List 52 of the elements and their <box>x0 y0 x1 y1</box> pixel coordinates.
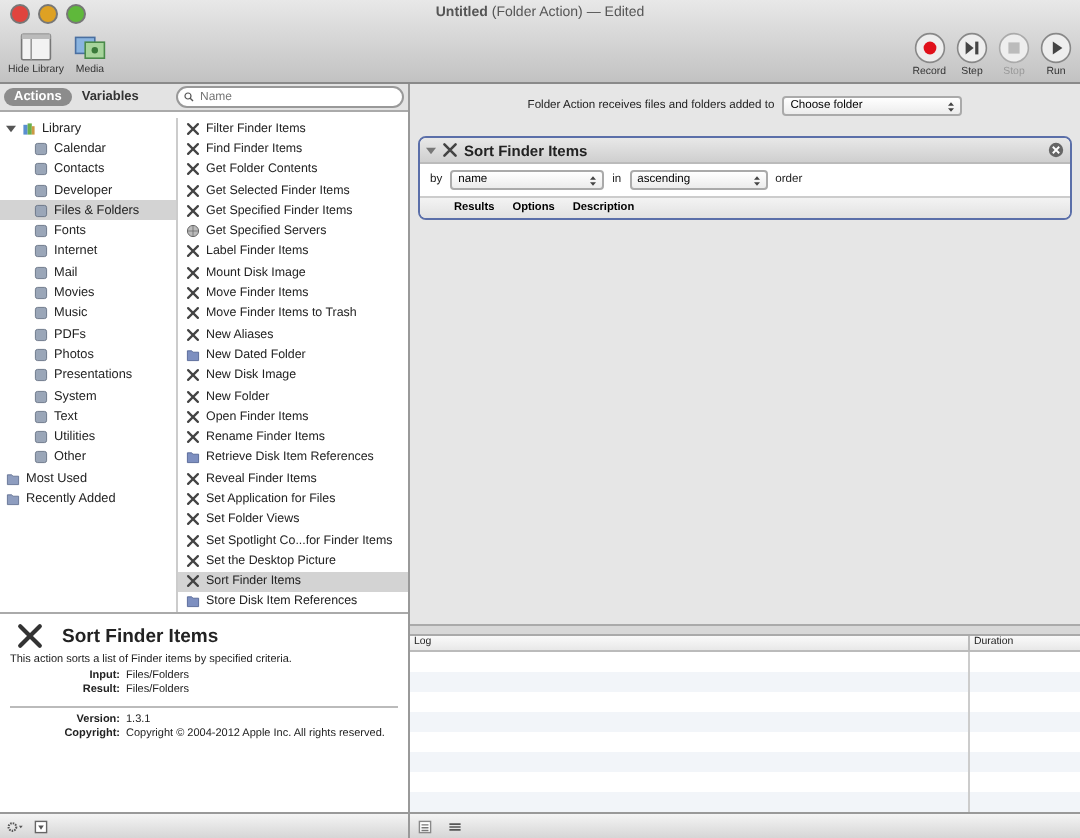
list-icon <box>416 819 434 833</box>
tools-icon <box>442 142 458 158</box>
gear-icon <box>6 819 24 833</box>
gear-menu-button[interactable] <box>6 819 24 833</box>
tools-icon <box>186 512 200 527</box>
log-view-button[interactable] <box>446 819 464 833</box>
tools-icon <box>186 409 200 424</box>
books-icon <box>22 121 36 136</box>
lines-icon <box>446 819 464 833</box>
record-icon <box>913 31 946 63</box>
updown-arrow-icon <box>590 175 597 185</box>
search-icon <box>184 92 194 102</box>
tools-icon <box>186 306 200 321</box>
close-button[interactable] <box>10 4 30 24</box>
tools-icon <box>186 286 200 301</box>
tools-icon <box>186 244 200 259</box>
folder-icon <box>186 347 200 362</box>
updown-arrow-icon <box>948 101 955 111</box>
tools-icon <box>186 162 200 177</box>
tools-icon <box>186 327 200 342</box>
folder-icon <box>186 594 200 609</box>
panel-icon <box>32 819 50 833</box>
tools-icon <box>186 553 200 568</box>
zoom-button[interactable] <box>66 4 86 24</box>
tools-icon <box>186 141 200 156</box>
tools-icon <box>186 471 200 486</box>
tools-icon <box>186 574 200 589</box>
tools-icon <box>186 121 200 136</box>
run-icon <box>1040 31 1072 63</box>
list-view-button[interactable] <box>416 819 434 833</box>
globe-icon <box>186 224 200 239</box>
step-icon <box>956 31 988 63</box>
tools-icon <box>186 533 200 548</box>
tools-icon <box>186 265 200 280</box>
updown-arrow-icon <box>753 175 760 185</box>
description-toggle-button[interactable] <box>32 819 50 833</box>
tools-icon <box>186 430 200 445</box>
window-icon <box>19 32 52 62</box>
tools-icon <box>186 491 200 506</box>
tools-icon <box>186 183 200 198</box>
action-title: Sort Finder Items <box>62 625 219 647</box>
close-icon[interactable] <box>1048 142 1064 158</box>
disclosure-triangle-icon[interactable] <box>426 145 436 155</box>
tools-icon <box>186 203 200 218</box>
tools-icon <box>186 389 200 403</box>
folder-icon <box>186 450 200 465</box>
disclosure-triangle-icon[interactable] <box>6 123 16 134</box>
media-icon <box>73 32 106 62</box>
minimize-button[interactable] <box>38 4 58 24</box>
tools-icon <box>186 368 200 383</box>
stop-icon <box>998 31 1030 63</box>
tools-icon <box>16 622 44 650</box>
